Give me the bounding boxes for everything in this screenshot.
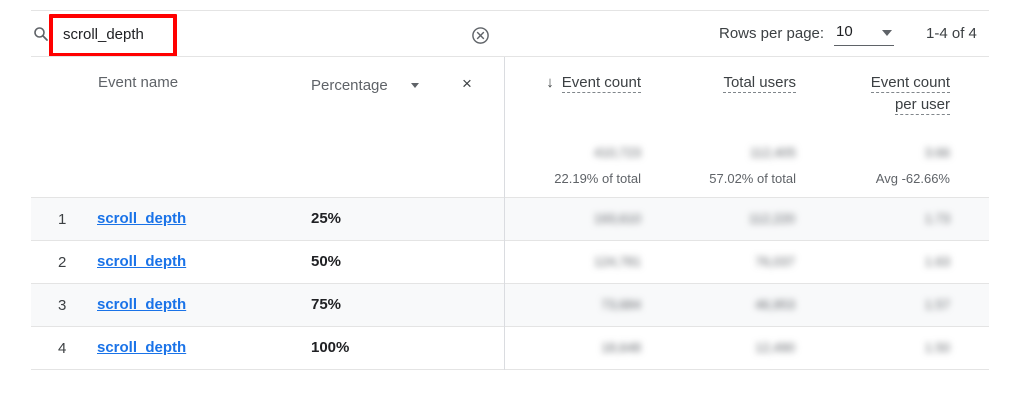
row-index: 1 — [58, 211, 67, 228]
percentage-value: 75% — [311, 296, 342, 313]
percentage-value: 100% — [311, 339, 350, 356]
per-user-value: 1.73 — [924, 211, 950, 226]
table-row: 4 scroll_depth 100% 18,648 12,490 1.50 — [31, 326, 989, 369]
event-count-value: 73,684 — [601, 297, 641, 312]
search-highlight-box — [49, 14, 177, 57]
event-count-value: 193,610 — [594, 211, 641, 226]
column-header-percentage[interactable]: Percentage — [311, 77, 388, 94]
percentage-value: 25% — [311, 210, 342, 227]
table-row: 3 scroll_depth 75% 73,684 46,953 1.57 — [31, 283, 989, 326]
event-name-link[interactable]: scroll_depth — [97, 210, 186, 227]
per-user-value: 1.50 — [924, 340, 950, 355]
caret-down-icon[interactable] — [411, 83, 419, 88]
sticky-column-divider — [504, 57, 505, 370]
row-index: 4 — [58, 340, 67, 357]
search-icon — [34, 27, 48, 41]
rows-per-page-label: Rows per page: — [719, 25, 825, 42]
total-event-count-percent: 22.19% of total — [554, 171, 641, 186]
total-per-user-avg: Avg -62.66% — [875, 171, 950, 186]
table-bottom-border — [31, 369, 989, 370]
column-header-event-count[interactable]: ↓ Event count — [546, 72, 641, 94]
total-users-percent: 57.02% of total — [709, 171, 796, 186]
percentage-value: 50% — [311, 253, 342, 270]
column-header-event-name[interactable]: Event name — [98, 74, 178, 91]
pagination-range: 1-4 of 4 — [926, 25, 977, 42]
total-users-value: 46,953 — [755, 297, 795, 312]
total-users-value: 76,037 — [755, 254, 795, 269]
arrow-down-icon: ↓ — [546, 74, 554, 91]
total-users-value: 112,405 — [749, 145, 796, 160]
toolbar-divider — [31, 56, 989, 57]
caret-down-icon — [882, 30, 892, 36]
row-index: 2 — [58, 254, 67, 271]
table-row: 2 scroll_depth 50% 124,781 76,037 1.63 — [31, 240, 989, 283]
column-header-total-users[interactable]: Total users — [723, 72, 796, 94]
rows-per-page-value: 10 — [836, 23, 853, 40]
event-count-label: Event count — [561, 74, 641, 93]
event-count-value: 18,648 — [601, 340, 641, 355]
total-per-user-value: 3.66 — [924, 145, 950, 160]
table-row: 1 scroll_depth 25% 193,610 112,220 1.73 — [31, 197, 989, 240]
close-icon[interactable]: × — [462, 74, 472, 94]
per-user-value: 1.57 — [924, 297, 950, 312]
clear-circle-icon[interactable] — [471, 26, 490, 45]
rows-per-page-select[interactable]: 10 — [834, 22, 894, 46]
table-top-border — [31, 10, 989, 11]
total-users-value: 112,220 — [748, 211, 795, 226]
total-users-label: Total users — [723, 74, 796, 93]
event-name-link[interactable]: scroll_depth — [97, 253, 186, 270]
search-input[interactable] — [63, 26, 163, 43]
total-users-value: 12,490 — [755, 340, 795, 355]
per-user-value: 1.63 — [924, 254, 950, 269]
per-user-label-line1: Event count — [870, 74, 950, 93]
per-user-label-line2: per user — [894, 96, 950, 115]
total-event-count: 410,723 — [594, 145, 641, 160]
column-header-event-count-per-user[interactable]: Event count per user — [870, 72, 950, 116]
table-toolbar: Rows per page: 10 1-4 of 4 — [31, 12, 989, 57]
row-index: 3 — [58, 297, 67, 314]
event-count-value: 124,781 — [594, 254, 641, 269]
event-name-link[interactable]: scroll_depth — [97, 296, 186, 313]
event-name-link[interactable]: scroll_depth — [97, 339, 186, 356]
